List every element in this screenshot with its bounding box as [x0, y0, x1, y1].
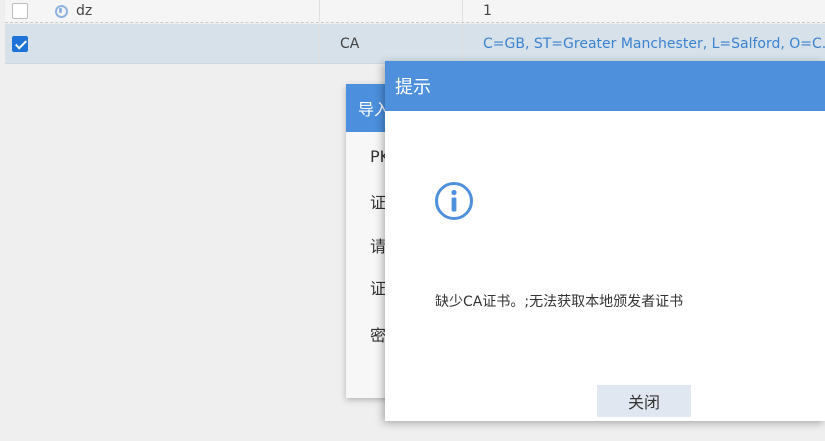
import-menu-item[interactable]: 请: [370, 233, 386, 257]
subject-cell: C=GB, ST=Greater Manchester, L=Salford, …: [463, 24, 825, 63]
row-checkbox-cell: [5, 24, 35, 63]
row-subject[interactable]: C=GB, ST=Greater Manchester, L=Salford, …: [483, 36, 825, 52]
row-checkbox[interactable]: [12, 3, 28, 19]
subject-cell: 1: [463, 0, 825, 22]
row-name: dz: [76, 3, 93, 19]
import-menu-item[interactable]: 证: [370, 189, 386, 213]
alert-dialog: 提示 缺少CA证书。;无法获取本地颁发者证书 关闭: [385, 61, 825, 421]
name-cell: dz: [35, 0, 320, 22]
table-row[interactable]: dz 1: [5, 0, 825, 23]
dialog-message: 缺少CA证书。;无法获取本地颁发者证书: [435, 294, 684, 310]
row-checkbox-checked[interactable]: [12, 35, 28, 52]
import-menu-item[interactable]: 密: [370, 322, 386, 346]
table-row-selected[interactable]: CA C=GB, ST=Greater Manchester, L=Salfor…: [5, 24, 825, 64]
row-type: CA: [340, 35, 360, 52]
screen: dz 1 CA C=GB, ST=Greater Manchester, L=S…: [0, 0, 825, 441]
row-subject: 1: [483, 3, 492, 19]
row-checkbox-cell: [5, 0, 35, 22]
certificate-icon: [55, 4, 68, 18]
type-cell: CA: [320, 24, 463, 63]
type-cell: [320, 0, 463, 22]
import-menu-item[interactable]: 证: [370, 275, 386, 299]
info-icon: [435, 182, 473, 220]
close-button[interactable]: 关闭: [597, 385, 691, 417]
dialog-title: 提示: [385, 61, 825, 111]
name-cell: [35, 24, 320, 63]
